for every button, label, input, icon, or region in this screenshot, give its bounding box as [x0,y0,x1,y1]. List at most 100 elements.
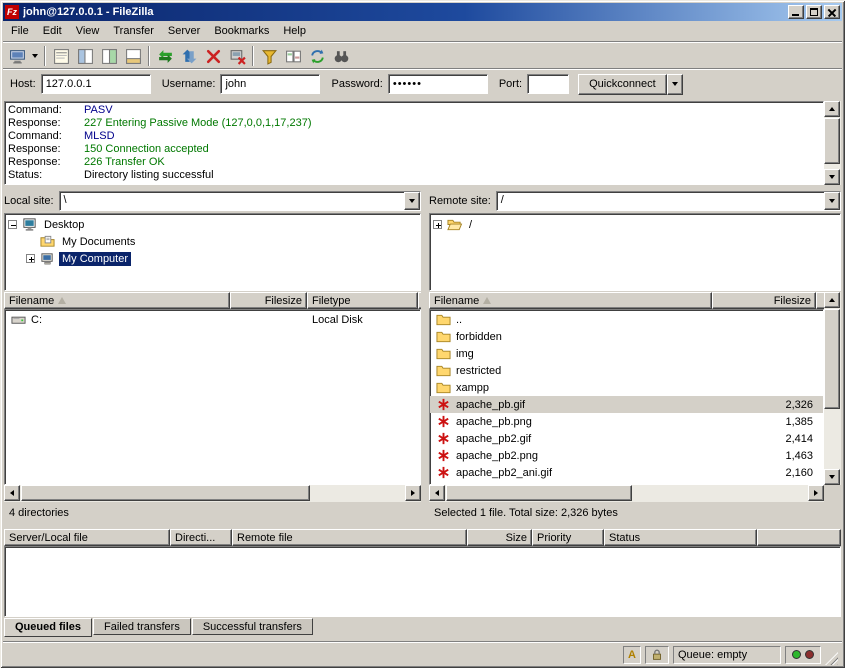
menu-edit[interactable]: Edit [36,22,69,40]
scroll-right-button[interactable] [405,485,421,501]
local-site-dropdown-button[interactable] [404,192,420,210]
local-tree-toggle-button[interactable] [73,45,97,67]
file-row[interactable]: xampp [430,379,823,396]
process-queue-button[interactable] [177,45,201,67]
scrollbar-thumb[interactable] [824,309,840,409]
remote-tree-toggle-button[interactable] [97,45,121,67]
file-row[interactable]: apache_pb2_ani.gif2,160 [430,464,823,481]
file-row[interactable]: apache_pb2.gif2,414 [430,430,823,447]
file-row[interactable]: forbidden [430,328,823,345]
scrollbar-thumb[interactable] [21,485,310,501]
remote-site-row: Remote site: / [429,190,841,212]
scrollbar-thumb[interactable] [824,118,840,164]
refresh-button[interactable] [153,45,177,67]
directory-comparison-button[interactable] [281,45,305,67]
menu-transfer[interactable]: Transfer [106,22,161,40]
queue-column-header-priority[interactable]: Priority [532,529,604,546]
scroll-left-button[interactable] [429,485,445,501]
scroll-down-button[interactable] [824,469,840,485]
menu-help[interactable]: Help [276,22,313,40]
tab-queued-files[interactable]: Queued files [4,618,92,637]
menu-view[interactable]: View [69,22,107,40]
log-line-type: Response: [8,117,84,130]
encryption-indicator[interactable] [645,646,669,664]
filename-text: apache_pb.png [456,416,532,428]
scroll-down-button[interactable] [824,169,840,185]
synchronized-browsing-button[interactable] [305,45,329,67]
filename-cell: restricted [430,362,713,379]
minimize-button[interactable] [788,5,804,19]
tree-expander-plus[interactable] [26,254,35,263]
queue-column-header-size[interactable]: Size [467,529,532,546]
local-column-header-filesize[interactable]: Filesize [230,292,307,309]
remote-column-header-filesize[interactable]: Filesize [712,292,816,309]
tree-expander-plus[interactable] [433,220,442,229]
queue-column-header-directi[interactable]: Directi... [170,529,232,546]
cancel-button[interactable] [201,45,225,67]
local-column-header-l[interactable]: L [418,292,421,309]
remote-list-scrollbar[interactable] [824,292,841,485]
tab-failed-transfers[interactable]: Failed transfers [93,618,191,635]
queue-column-header-remote-file[interactable]: Remote file [232,529,467,546]
queue-column-header-server-local-file[interactable]: Server/Local file [4,529,170,546]
remote-site-dropdown-button[interactable] [824,192,840,210]
username-input[interactable] [220,74,320,94]
scroll-up-button[interactable] [824,101,840,117]
quickconnect-dropdown-button[interactable] [667,74,683,95]
remote-list-hscrollbar[interactable] [429,485,824,502]
remote-column-header-filename[interactable]: Filename [429,292,712,309]
log-scrollbar[interactable] [824,101,841,185]
menu-file[interactable]: File [4,22,36,40]
filesize-cell: 2,414 [713,430,817,447]
tab-successful-transfers[interactable]: Successful transfers [192,618,313,635]
file-row[interactable]: C:Local Disk [5,311,420,328]
file-row[interactable]: apache_pb.png1,385 [430,413,823,430]
filetype-cell: Local Disk [308,311,419,328]
local-site-combobox[interactable]: \ [59,191,421,211]
local-tree-item[interactable]: My Computer [6,250,419,267]
resize-grip[interactable] [825,652,838,665]
column-header-label: Filetype [312,295,351,307]
filter-button[interactable] [257,45,281,67]
remote-tree-item[interactable]: / [431,216,839,233]
file-row[interactable]: restricted [430,362,823,379]
local-tree-item[interactable]: My Documents [6,233,419,250]
scroll-up-button[interactable] [824,292,840,308]
queue-column-header-status[interactable]: Status [604,529,757,546]
scrollbar-thumb[interactable] [446,485,632,501]
sort-ascending-icon [58,297,66,304]
local-list-hscrollbar[interactable] [4,485,421,502]
menu-bookmarks[interactable]: Bookmarks [207,22,276,40]
local-column-header-filename[interactable]: Filename [4,292,230,309]
filesize-cell: 2,326 [713,396,817,413]
host-input[interactable] [41,74,151,94]
folder-icon [435,312,452,327]
tree-expander-minus[interactable] [8,220,17,229]
queue-toggle-button[interactable] [121,45,145,67]
scroll-left-button[interactable] [4,485,20,501]
site-manager-dropdown-button[interactable] [29,45,41,67]
file-row[interactable]: apache_pb.gif2,326 [430,396,823,413]
transfer-type-indicator[interactable]: A [623,646,641,664]
find-files-button[interactable] [329,45,353,67]
local-tree-item[interactable]: Desktop [6,216,419,233]
remote-status-text: Selected 1 file. Total size: 2,326 bytes [429,503,841,523]
toolbar-separator [148,46,150,66]
file-row[interactable]: img [430,345,823,362]
remote-site-combobox[interactable]: / [496,191,841,211]
site-manager-button[interactable] [5,45,29,67]
password-input[interactable] [388,74,488,94]
maximize-button[interactable] [806,5,822,19]
file-row[interactable]: apache_pb2.png1,463 [430,447,823,464]
message-log-toggle-button[interactable] [49,45,73,67]
scroll-right-button[interactable] [808,485,824,501]
disconnect-button[interactable] [225,45,249,67]
local-column-header-filetype[interactable]: Filetype [307,292,418,309]
filesize-cell [713,345,817,362]
file-row[interactable]: .. [430,311,823,328]
menu-server[interactable]: Server [161,22,207,40]
port-input[interactable] [527,74,569,94]
quickconnect-button[interactable]: Quickconnect [578,74,667,95]
close-button[interactable] [824,5,840,19]
filesize-cell [713,362,817,379]
